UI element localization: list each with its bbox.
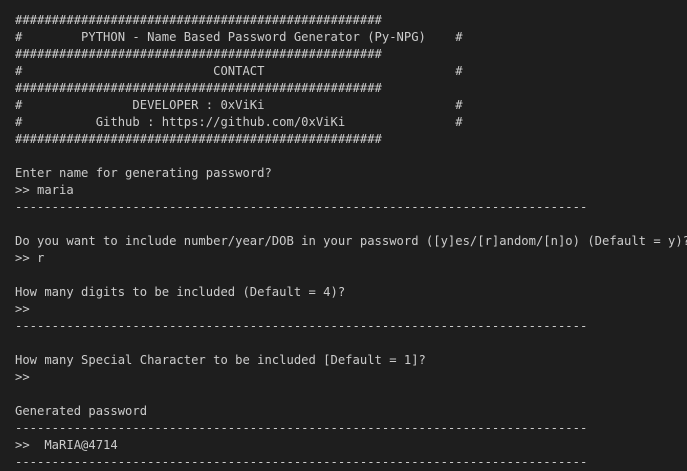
digits-input-echo: >> <box>15 302 30 316</box>
generated-password-heading: Generated password <box>15 404 148 418</box>
separator-line: ----------------------------------------… <box>15 455 588 469</box>
banner-developer: # DEVELOPER : 0xViKi # <box>15 98 463 112</box>
separator-line: ----------------------------------------… <box>15 200 588 214</box>
banner-contact-heading: # CONTACT # <box>15 64 463 78</box>
terminal-output[interactable]: ########################################… <box>0 0 687 471</box>
name-prompt: Enter name for generating password? <box>15 166 272 180</box>
separator-line: ----------------------------------------… <box>15 421 588 435</box>
name-input-echo: >> maria <box>15 183 74 197</box>
banner-border-bottom: ########################################… <box>15 132 382 146</box>
generated-password-output: >> MaRIA@4714 <box>15 438 118 452</box>
banner-border: ########################################… <box>15 81 382 95</box>
banner-github: # Github : https://github.com/0xViKi # <box>15 115 463 129</box>
number-option-prompt: Do you want to include number/year/DOB i… <box>15 234 687 248</box>
banner-border: ########################################… <box>15 47 382 61</box>
banner-title: # PYTHON - Name Based Password Generator… <box>15 30 463 44</box>
banner-border-top: ########################################… <box>15 13 382 27</box>
special-char-input-echo: >> <box>15 370 30 384</box>
number-option-echo: >> r <box>15 251 45 265</box>
digits-prompt: How many digits to be included (Default … <box>15 285 346 299</box>
separator-line: ----------------------------------------… <box>15 319 588 333</box>
special-char-prompt: How many Special Character to be include… <box>15 353 426 367</box>
